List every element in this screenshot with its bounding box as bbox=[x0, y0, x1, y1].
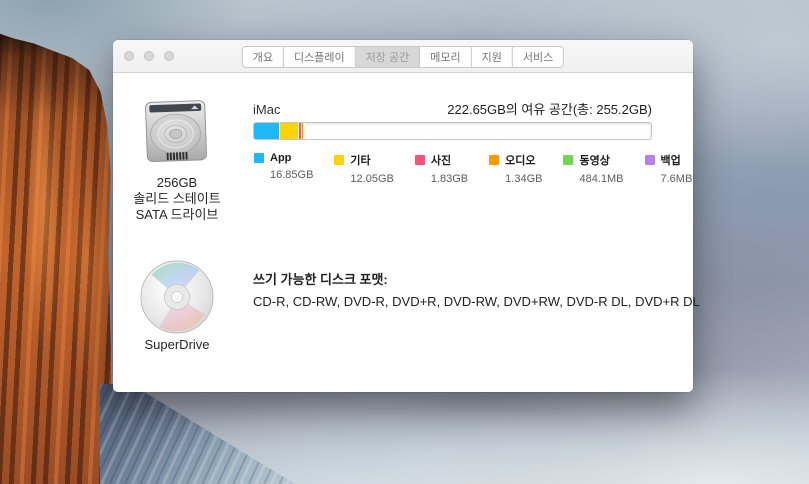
legend-label: 백업 bbox=[661, 152, 681, 168]
tab-4[interactable]: 지원 bbox=[472, 47, 513, 67]
usage-segment bbox=[254, 123, 280, 139]
legend-label: 사진 bbox=[431, 152, 451, 168]
internal-drive-label: 256GB솔리드 스테이트SATA 드라이브 bbox=[113, 175, 241, 223]
tab-5[interactable]: 서비스 bbox=[513, 47, 563, 67]
storage-panel: 256GB솔리드 스테이트SATA 드라이브 bbox=[113, 74, 693, 392]
legend-value: 484.1MB bbox=[563, 173, 623, 185]
storage-usage-bar bbox=[253, 122, 652, 140]
legend-item: 사진 1.83GB bbox=[415, 152, 468, 185]
optical-disc-icon bbox=[138, 258, 216, 336]
legend-value: 12.05GB bbox=[334, 173, 393, 185]
legend-value: 1.34GB bbox=[489, 173, 542, 185]
tab-2[interactable]: 저장 공간 bbox=[356, 47, 421, 67]
legend-value: 16.85GB bbox=[254, 169, 313, 181]
tab-3[interactable]: 메모리 bbox=[420, 47, 471, 67]
legend-item: 백업 7.6MB bbox=[645, 152, 693, 185]
disc-formats-title: 쓰기 가능한 디스크 포맷: bbox=[253, 269, 388, 288]
internal-drive-line: SATA 드라이브 bbox=[113, 207, 241, 223]
legend-swatch bbox=[563, 155, 573, 165]
usage-segment bbox=[280, 123, 299, 139]
legend-item: 기타 12.05GB bbox=[334, 152, 393, 185]
window-titlebar[interactable]: 개요디스플레이저장 공간메모리지원서비스 bbox=[113, 40, 693, 73]
usage-segment bbox=[305, 123, 306, 139]
superdrive-label: SuperDrive bbox=[113, 337, 241, 352]
free-space-text: 222.65GB의 여유 공간(총: 255.2GB) bbox=[447, 99, 652, 118]
storage-legend: App 16.85GB 기타 12.05GB 사진 1.83GB 오디오 1.34GB 동영상 4… bbox=[254, 152, 692, 185]
legend-item: 오디오 1.34GB bbox=[489, 152, 542, 185]
legend-swatch bbox=[489, 155, 499, 165]
close-button[interactable] bbox=[124, 51, 134, 61]
tab-0[interactable]: 개요 bbox=[243, 47, 284, 67]
disc-formats-list: CD-R, CD-RW, DVD-R, DVD+R, DVD-RW, DVD+R… bbox=[253, 294, 700, 309]
zoom-button[interactable] bbox=[164, 51, 174, 61]
device-name: iMac bbox=[253, 102, 280, 117]
legend-value: 1.83GB bbox=[415, 173, 468, 185]
legend-swatch bbox=[334, 155, 344, 165]
tab-bar: 개요디스플레이저장 공간메모리지원서비스 bbox=[242, 46, 564, 68]
about-this-mac-window: 개요디스플레이저장 공간메모리지원서비스 bbox=[113, 40, 693, 392]
tab-1[interactable]: 디스플레이 bbox=[284, 47, 356, 67]
hard-drive-icon bbox=[140, 95, 214, 169]
legend-label: 기타 bbox=[350, 152, 370, 168]
legend-swatch bbox=[415, 155, 425, 165]
legend-swatch bbox=[645, 155, 655, 165]
internal-drive-line: 256GB bbox=[113, 175, 241, 191]
legend-value: 7.6MB bbox=[645, 173, 693, 185]
legend-item: App 16.85GB bbox=[254, 152, 313, 185]
legend-label: App bbox=[270, 152, 291, 164]
legend-swatch bbox=[254, 153, 264, 163]
legend-label: 오디오 bbox=[505, 152, 535, 168]
internal-drive-line: 솔리드 스테이트 bbox=[113, 191, 241, 207]
minimize-button[interactable] bbox=[144, 51, 154, 61]
legend-label: 동영상 bbox=[579, 152, 609, 168]
legend-item: 동영상 484.1MB bbox=[563, 152, 623, 185]
